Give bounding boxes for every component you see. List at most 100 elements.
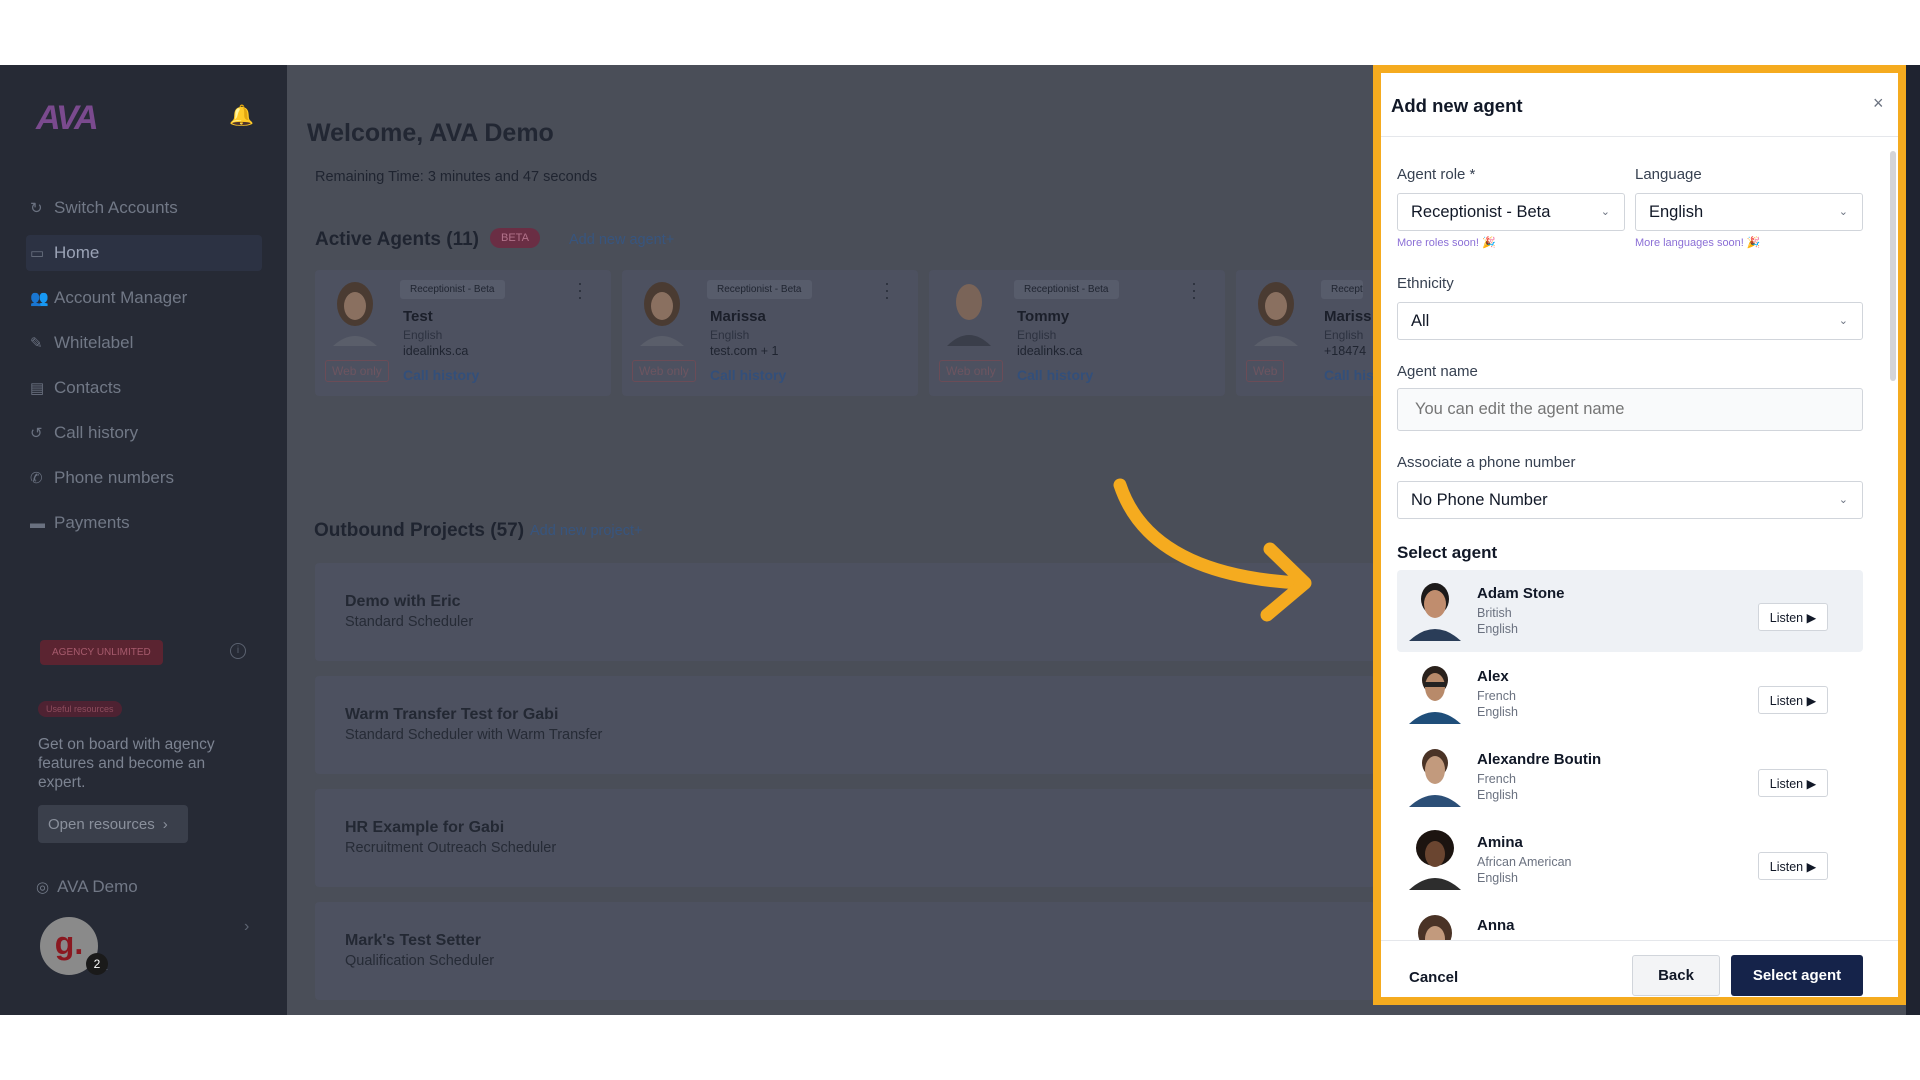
select-agent-button[interactable]: Select agent bbox=[1731, 955, 1863, 996]
sidebar-item-home[interactable]: ▭ Home bbox=[26, 235, 262, 271]
sidebar-item-account-manager[interactable]: 👥 Account Manager bbox=[30, 280, 260, 316]
ethnicity-select[interactable]: All ⌄ bbox=[1397, 302, 1863, 340]
agent-photo bbox=[1409, 666, 1461, 724]
sidebar-item-label: Switch Accounts bbox=[54, 198, 178, 217]
sidebar-item-switch-accounts[interactable]: ↻ Switch Accounts bbox=[30, 190, 260, 226]
project-card[interactable]: Warm Transfer Test for Gabi Standard Sch… bbox=[315, 676, 1375, 774]
sidebar-item-label: Whitelabel bbox=[54, 333, 134, 352]
more-options-icon[interactable]: · · · bbox=[884, 274, 890, 306]
cancel-button[interactable]: Cancel bbox=[1409, 969, 1458, 986]
agent-role-badge: Receptionist - Beta bbox=[1014, 280, 1119, 299]
call-history-link[interactable]: Call history bbox=[1017, 367, 1093, 383]
agent-card[interactable]: Receptionist - Beta · · · Test English ide… bbox=[315, 270, 611, 396]
agent-card[interactable]: Receptionist - Beta · · · Tommy English id… bbox=[929, 270, 1225, 396]
agent-role-label: Agent role * bbox=[1397, 166, 1476, 183]
chevron-right-icon[interactable]: › bbox=[244, 918, 249, 936]
folder-icon: ▭ bbox=[30, 245, 45, 262]
phone-icon: ✆ bbox=[30, 470, 43, 487]
agent-card[interactable]: Receptionist - Beta · · · Marissa English … bbox=[622, 270, 918, 396]
agent-name: Alex bbox=[1477, 668, 1509, 685]
agent-name-input[interactable] bbox=[1397, 388, 1863, 431]
agent-photo bbox=[640, 282, 684, 346]
agent-name: Mariss bbox=[1324, 308, 1372, 325]
call-history-link[interactable]: Call history bbox=[403, 367, 479, 383]
add-agent-link[interactable]: Add new agent+ bbox=[569, 232, 674, 248]
sidebar-item-contacts[interactable]: ▤ Contacts bbox=[30, 370, 260, 406]
agent-ethnicity: British bbox=[1477, 606, 1512, 620]
listen-button[interactable]: Listen ▶ bbox=[1758, 852, 1828, 880]
project-type: Recruitment Outreach Scheduler bbox=[345, 840, 557, 856]
sidebar-item-label: Call history bbox=[54, 423, 139, 442]
sidebar-item-label: Payments bbox=[54, 513, 130, 532]
sidebar: AVA 🔔 ↻ Switch Accounts ▭ Home 👥 Account… bbox=[0, 65, 287, 1015]
agent-card[interactable]: Recept Mariss English +18474 Web Call hi… bbox=[1236, 270, 1375, 396]
listen-button[interactable]: Listen ▶ bbox=[1758, 603, 1828, 631]
open-resources-button[interactable]: Open resources › bbox=[38, 805, 188, 843]
project-name: Warm Transfer Test for Gabi bbox=[345, 706, 559, 723]
info-icon[interactable]: i bbox=[230, 643, 246, 659]
languages-hint: More languages soon! 🎉 bbox=[1635, 237, 1761, 249]
agent-language: English bbox=[710, 328, 750, 342]
back-button[interactable]: Back bbox=[1632, 955, 1720, 996]
project-type: Standard Scheduler bbox=[345, 614, 474, 630]
list-item[interactable]: Alexandre Boutin French English Listen ▶ bbox=[1397, 736, 1863, 818]
ethnicity-label: Ethnicity bbox=[1397, 275, 1454, 292]
web-only-badge: Web bbox=[1246, 360, 1285, 382]
add-agent-dialog: Add new agent × Agent role * Receptionis… bbox=[1373, 65, 1906, 1005]
call-history-link[interactable]: Call history bbox=[710, 367, 786, 383]
phone-number-select[interactable]: No Phone Number ⌄ bbox=[1397, 481, 1863, 519]
agent-role-badge: Receptionist - Beta bbox=[400, 280, 505, 299]
listen-button[interactable]: Listen ▶ bbox=[1758, 686, 1828, 714]
scrollbar[interactable] bbox=[1890, 151, 1896, 381]
dialog-title: Add new agent bbox=[1391, 95, 1523, 116]
sidebar-item-phone-numbers[interactable]: ✆ Phone numbers bbox=[30, 460, 260, 496]
annotation-arrow-icon bbox=[1113, 478, 1312, 622]
call-history-link[interactable]: Call his bbox=[1324, 367, 1374, 383]
user-account[interactable]: ◎ AVA Demo bbox=[36, 877, 138, 897]
list-item[interactable]: Adam Stone British English Listen ▶ bbox=[1397, 570, 1863, 652]
sidebar-item-whitelabel[interactable]: ✎ Whitelabel bbox=[30, 325, 260, 361]
list-item[interactable]: Amina African American English Listen ▶ bbox=[1397, 819, 1863, 901]
project-name: Demo with Eric bbox=[345, 593, 461, 610]
agent-photo bbox=[947, 284, 991, 346]
card-icon: ▬ bbox=[30, 514, 45, 532]
agent-photo bbox=[1409, 583, 1461, 641]
agent-url: +18474 bbox=[1324, 344, 1367, 358]
promo-text: Get on board with agency features and be… bbox=[38, 736, 215, 791]
agency-plan-badge: AGENCY UNLIMITED bbox=[40, 640, 163, 665]
list-item[interactable]: Anna bbox=[1397, 902, 1863, 940]
agent-photo bbox=[333, 282, 377, 346]
project-type: Standard Scheduler with Warm Transfer bbox=[345, 727, 603, 743]
sidebar-item-label: Phone numbers bbox=[54, 468, 175, 487]
project-card[interactable]: HR Example for Gabi Recruitment Outreach… bbox=[315, 789, 1375, 887]
more-options-icon[interactable]: · · · bbox=[1191, 274, 1197, 306]
switch-icon: ↻ bbox=[30, 200, 43, 217]
sidebar-item-call-history[interactable]: ↺ Call history bbox=[30, 415, 260, 451]
agent-role-select[interactable]: Receptionist - Beta ⌄ bbox=[1397, 193, 1625, 231]
agent-name: Alexandre Boutin bbox=[1477, 751, 1602, 768]
voice-agent-list[interactable]: Adam Stone British English Listen ▶ Alex… bbox=[1397, 570, 1863, 940]
beta-badge: BETA bbox=[490, 228, 540, 248]
listen-button[interactable]: Listen ▶ bbox=[1758, 769, 1828, 797]
close-icon[interactable]: × bbox=[1873, 93, 1884, 114]
chevron-down-icon: ⌄ bbox=[1838, 494, 1848, 506]
phone-number-label: Associate a phone number bbox=[1397, 454, 1576, 471]
language-label: Language bbox=[1635, 166, 1702, 183]
language-select[interactable]: English ⌄ bbox=[1635, 193, 1863, 231]
agent-language: English bbox=[1477, 705, 1518, 719]
more-options-icon[interactable]: · · · bbox=[577, 274, 583, 306]
sidebar-item-payments[interactable]: ▬ Payments bbox=[30, 505, 260, 541]
user-name: AVA Demo bbox=[57, 877, 138, 896]
list-item[interactable]: Alex French English Listen ▶ bbox=[1397, 653, 1863, 735]
open-resources-label: Open resources bbox=[48, 815, 155, 833]
chevron-down-icon: ⌄ bbox=[1838, 206, 1848, 218]
contacts-icon: ▤ bbox=[30, 380, 45, 397]
project-name: HR Example for Gabi bbox=[345, 819, 505, 836]
project-type: Qualification Scheduler bbox=[345, 953, 495, 969]
project-card[interactable]: Mark's Test Setter Qualification Schedul… bbox=[315, 902, 1375, 1000]
agent-name: Test bbox=[403, 308, 433, 325]
bell-icon[interactable]: 🔔 bbox=[229, 103, 254, 127]
agent-ethnicity: French bbox=[1477, 772, 1516, 786]
brush-icon: ✎ bbox=[30, 335, 43, 352]
add-project-link[interactable]: Add new project+ bbox=[530, 523, 642, 539]
